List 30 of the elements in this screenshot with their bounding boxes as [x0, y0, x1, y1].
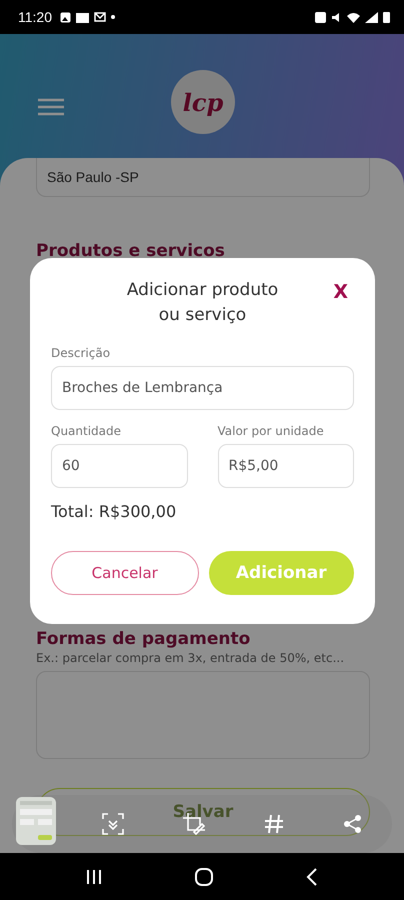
battery-icon [383, 11, 390, 23]
menu-icon[interactable] [38, 98, 64, 116]
section-heading: Produtos e servicos [36, 241, 226, 261]
section-heading: Formas de pagamento [36, 629, 252, 649]
dialog-title: Adicionar produto ou serviço [126, 279, 278, 327]
scan-icon[interactable] [102, 813, 124, 835]
input-field[interactable]: R$5,00 [218, 444, 354, 488]
recent-apps-icon[interactable] [86, 868, 102, 884]
mail-icon [94, 12, 106, 22]
dot-icon [111, 15, 115, 19]
hashtag-icon[interactable] [264, 814, 284, 834]
field-label: Quantidade [51, 424, 122, 438]
total-text: Total: R$300,00 [51, 502, 178, 521]
back-icon[interactable] [306, 868, 318, 886]
logo: lcp [171, 70, 235, 134]
image-icon [60, 12, 71, 22]
status-time: 11:20 [18, 9, 52, 25]
mute-icon [331, 12, 342, 22]
signal-icon [365, 12, 378, 22]
field-label: Descrição [51, 346, 112, 360]
wifi-icon [347, 12, 360, 22]
input-field[interactable]: Broches de Lembrança [51, 366, 354, 410]
home-icon[interactable] [194, 868, 213, 886]
cancel-button[interactable]: Cancelar [51, 551, 198, 595]
share-icon[interactable] [342, 814, 362, 834]
city-field[interactable]: São Paulo -SP [36, 158, 370, 197]
close-button[interactable]: X [333, 281, 348, 303]
field-label: Valor por unidade [218, 424, 325, 438]
field-hint: Ex.: parcelar compra em 3x, entrada de 50%, etc... [36, 651, 346, 665]
input-field[interactable]: 60 [51, 444, 188, 488]
